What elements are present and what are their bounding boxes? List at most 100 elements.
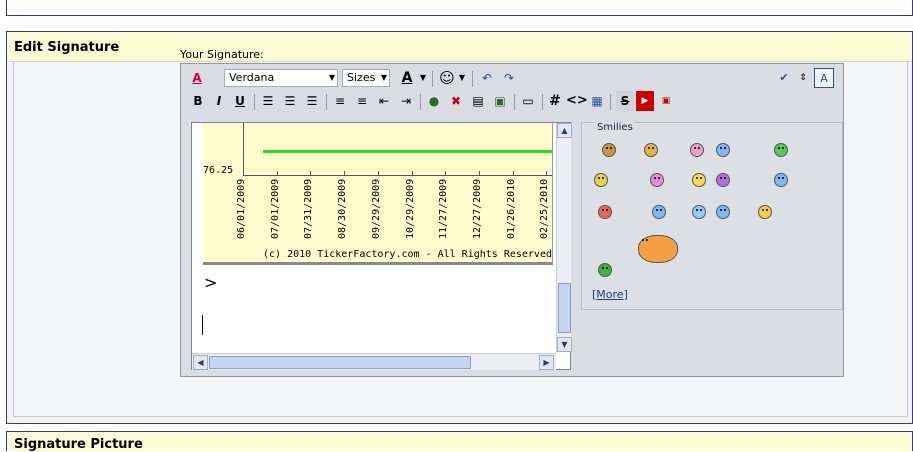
cool-smiley-icon[interactable]	[602, 143, 616, 157]
chevron-down-icon: ▼	[328, 73, 335, 82]
bold-button[interactable]: B	[189, 91, 207, 111]
toolbar-separator	[542, 94, 543, 110]
your-signature-label: Your Signature:	[180, 48, 264, 61]
toolbar-separator	[326, 94, 327, 110]
ticker-tick-mark	[546, 171, 547, 176]
ticker-date-label: 06/01/2009	[236, 177, 249, 239]
ticker-tick-mark	[445, 171, 446, 176]
youtube-icon[interactable]: ▶	[636, 91, 654, 111]
balloons-smiley-icon[interactable]	[638, 235, 678, 263]
hash-button[interactable]: #	[546, 91, 564, 111]
horizontal-scrollbar[interactable]: ◀ ▶	[192, 353, 556, 370]
ticker-y-label: 76.25	[203, 165, 234, 176]
resize-toggle-icon[interactable]: ⇕	[796, 68, 810, 88]
ticker-date-label: 07/01/2009	[270, 177, 283, 239]
eyes-smiley-icon[interactable]	[644, 143, 658, 157]
smiley-menu-icon[interactable]: ☺	[437, 68, 457, 88]
scroll-right-icon[interactable]: ▶	[539, 355, 554, 370]
text-caret	[202, 315, 203, 335]
ticker-tick-mark	[412, 171, 413, 176]
ticker-date-text: 06/01/2009	[236, 178, 247, 239]
scroll-down-icon[interactable]: ▼	[557, 337, 572, 352]
pink-smiley-icon[interactable]	[650, 173, 664, 187]
font-color-glyph: A	[401, 70, 413, 86]
ticker-y-axis	[243, 123, 244, 175]
unordered-list-icon[interactable]: ≡	[352, 91, 372, 111]
ticker-date-text: 07/01/2009	[270, 178, 281, 239]
ticker-date-label: 02/25/2010	[539, 177, 552, 239]
remove-link-icon[interactable]: ✖	[446, 91, 466, 111]
toolbar-separator	[254, 94, 255, 110]
outdent-icon[interactable]: ⇤	[374, 91, 394, 111]
wysiwyg-editor: A Verdana ▼ Sizes ▼ A ▼ ☺ ▼ ↶ ↷ ✔ ⇕ A B …	[180, 63, 844, 377]
smilies-more: [More]	[592, 288, 628, 301]
horizontal-scroll-thumb[interactable]	[209, 356, 471, 369]
spell-check-icon[interactable]: ✔	[774, 68, 794, 88]
ticker-tick-mark	[513, 171, 514, 176]
more-smilies-link[interactable]: More	[596, 288, 623, 301]
font-color-button[interactable]: A	[396, 68, 418, 88]
ticker-date-text: 01/26/2010	[506, 178, 517, 239]
align-right-icon[interactable]: ☰	[302, 91, 322, 111]
signature-picture-panel: Signature Picture	[6, 431, 913, 452]
remove-format-icon[interactable]: A	[187, 68, 207, 88]
strikethrough-icon[interactable]: S	[616, 91, 634, 111]
toolbar-row-2: B I U ☰ ☰ ☰ ≡ ≡ ⇤ ⇥ ● ✖ ▤ ▣ ▭ # <> ▦ S ▶…	[184, 91, 839, 113]
ticker-x-axis	[243, 175, 552, 176]
ticker-tick-mark	[344, 171, 345, 176]
insert-link-icon[interactable]: ●	[424, 91, 444, 111]
font-name-value: Verdana	[229, 71, 275, 84]
ticker-progress-line	[263, 150, 552, 153]
panel-title: Edit Signature	[14, 40, 120, 55]
ticker-tick-mark	[479, 171, 480, 176]
purple-smiley-icon[interactable]	[716, 173, 730, 187]
editor-content-area[interactable]: 76.25 (c) 2010 TickerFactory.com - All R…	[191, 122, 572, 370]
vertical-scroll-thumb[interactable]	[558, 283, 571, 333]
redo-icon[interactable]: ↷	[499, 68, 519, 88]
ticker-date-text: 02/25/2010	[539, 178, 550, 239]
laugh-smiley-icon[interactable]	[692, 173, 706, 187]
align-left-icon[interactable]: ☰	[258, 91, 278, 111]
font-size-select[interactable]: Sizes ▼	[342, 69, 390, 87]
undo-icon[interactable]: ↶	[477, 68, 497, 88]
chevron-down-icon[interactable]: ▼	[457, 68, 467, 88]
chevron-down-icon[interactable]: ▼	[418, 68, 428, 88]
dizzy-smiley-icon[interactable]	[594, 173, 608, 187]
toolbar-separator	[610, 94, 611, 110]
small-green-smiley-icon[interactable]	[598, 263, 612, 277]
ticker-tick-mark	[243, 171, 244, 176]
google-video-icon[interactable]: ▣	[656, 91, 676, 111]
indent-icon[interactable]: ⇥	[396, 91, 416, 111]
insert-email-icon[interactable]: ▤	[468, 91, 488, 111]
ticker-tick-mark	[277, 171, 278, 176]
ticker-date-label: 08/30/2009	[337, 177, 350, 239]
grin-smiley-icon[interactable]	[774, 143, 788, 157]
code-button[interactable]: <>	[566, 91, 588, 111]
insert-image-icon[interactable]: ▣	[490, 91, 510, 111]
quote-icon[interactable]: ▭	[518, 91, 538, 111]
ticker-tick-mark	[310, 171, 311, 176]
angry-smiley-icon[interactable]	[598, 205, 612, 219]
shocked-smiley-icon[interactable]	[716, 205, 730, 219]
underline-button[interactable]: U	[231, 91, 249, 111]
align-center-icon[interactable]: ☰	[280, 91, 300, 111]
php-code-icon[interactable]: ▦	[588, 91, 606, 111]
ordered-list-icon[interactable]: ≡	[330, 91, 350, 111]
wave-smiley-icon[interactable]	[758, 205, 772, 219]
smilies-title: Smilies	[595, 122, 635, 133]
toolbar-separator	[514, 94, 515, 110]
tongue-smiley-icon[interactable]	[690, 143, 704, 157]
confused-smiley-icon[interactable]	[774, 173, 788, 187]
ticker-image: 76.25 (c) 2010 TickerFactory.com - All R…	[203, 123, 553, 265]
font-name-select[interactable]: Verdana ▼	[224, 69, 338, 87]
italic-button[interactable]: I	[210, 91, 228, 111]
ticker-date-text: 12/27/2009	[472, 178, 483, 239]
vertical-scrollbar[interactable]: ▲ ▼	[556, 123, 572, 352]
roll-eyes-smiley-icon[interactable]	[652, 205, 666, 219]
scroll-left-icon[interactable]: ◀	[193, 355, 208, 370]
scroll-up-icon[interactable]: ▲	[557, 123, 572, 138]
blue-smiley-icon[interactable]	[716, 143, 730, 157]
smilies-box: Smilies [More]	[581, 122, 843, 310]
switch-editor-mode-icon[interactable]: A	[814, 68, 834, 88]
sunglasses-smiley-icon[interactable]	[692, 205, 706, 219]
